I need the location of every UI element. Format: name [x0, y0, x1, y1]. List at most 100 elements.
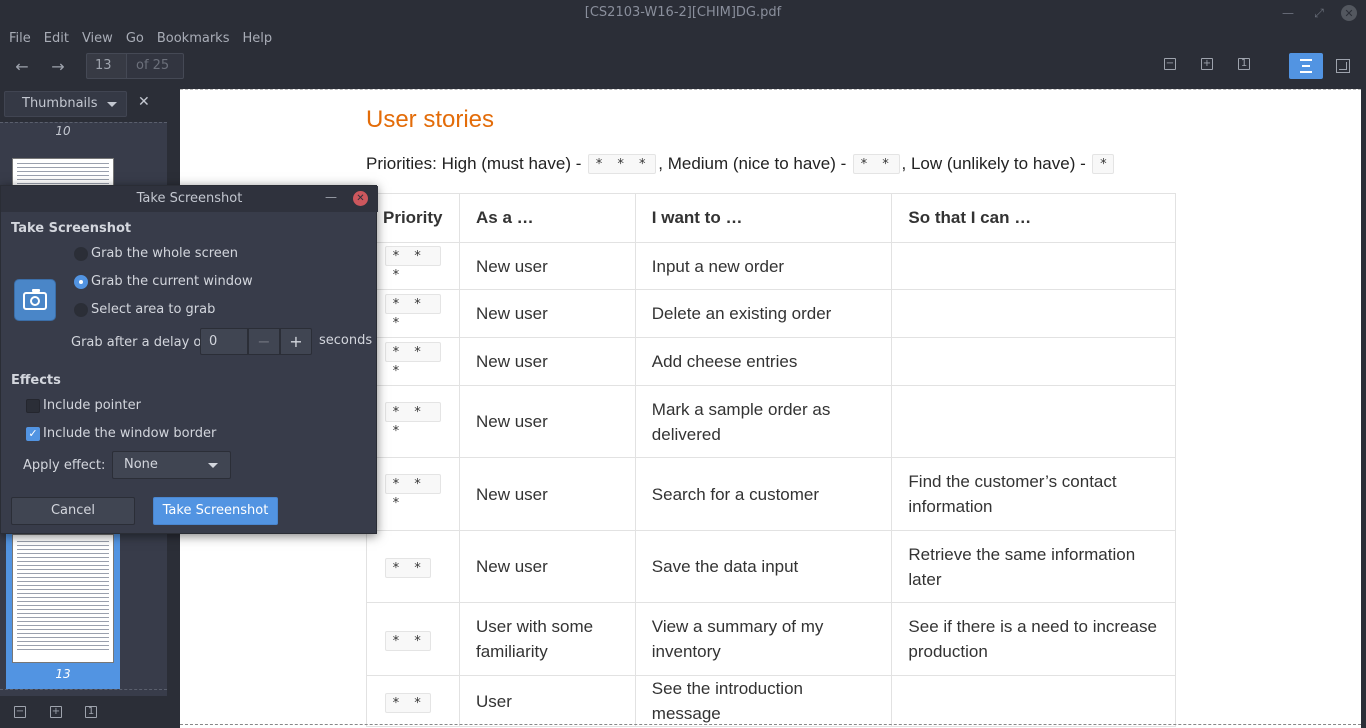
checkbox[interactable] — [26, 398, 40, 413]
cancel-button[interactable]: Cancel — [11, 497, 135, 525]
window-title: [CS2103-W16-2][CHIM]DG.pdf — [584, 5, 782, 20]
priority-medium-code: * * — [853, 154, 900, 174]
sidebar-footer: − + 1 — [0, 696, 167, 728]
table-row: * * New user Save the data input Retriev… — [366, 530, 1176, 603]
thumbnail-zoom-fit-icon[interactable]: 1 — [85, 706, 97, 718]
divider — [0, 122, 167, 123]
as-a-cell: New user — [458, 337, 636, 386]
menu-file[interactable]: File — [3, 31, 37, 46]
radio-current-window[interactable]: Grab the current window — [74, 274, 253, 289]
table-header-row: Priority As a … I want to … So that I ca… — [366, 193, 1176, 243]
table-row: * * User with some familiarity View a su… — [366, 602, 1176, 676]
priority-code: * * * — [385, 474, 441, 511]
delay-unit-label: seconds — [319, 333, 373, 348]
pdf-viewer-window: [CS2103-W16-2][CHIM]DG.pdf — ⤢ ✕ File Ed… — [0, 0, 1366, 728]
thumbnail-zoom-in-icon[interactable]: + — [50, 706, 62, 718]
back-arrow-icon[interactable]: ← — [8, 53, 36, 79]
radio-button[interactable] — [74, 302, 88, 317]
priority-cell: * * * — [366, 242, 460, 290]
camera-icon — [14, 279, 56, 321]
as-a-cell: New user — [458, 385, 636, 458]
user-stories-table: Priority As a … I want to … So that I ca… — [366, 193, 1176, 727]
want-cell: View a summary of my inventory — [634, 602, 893, 676]
zoom-in-icon[interactable]: + — [1201, 58, 1213, 70]
priority-high-code: * * * — [588, 154, 657, 174]
priorities-line: Priorities: High (must have) - * * * , M… — [366, 154, 1116, 174]
priority-code: * * * — [385, 246, 441, 283]
priority-code: * * * — [385, 341, 441, 379]
dialog-close-icon[interactable]: ✕ — [353, 191, 368, 206]
priority-cell: * * — [366, 602, 460, 676]
priority-cell: * * — [366, 675, 460, 727]
menu-edit[interactable]: Edit — [38, 31, 75, 46]
so-that-cell — [891, 385, 1176, 458]
page-number-input[interactable]: 13 — [86, 53, 126, 79]
menu-view[interactable]: View — [76, 31, 119, 46]
priority-cell: * * * — [366, 457, 460, 531]
menu-bookmarks[interactable]: Bookmarks — [151, 31, 236, 46]
radio-label: Select area to grab — [91, 302, 216, 317]
table-row: * * User See the introduction message — [366, 675, 1176, 727]
zoom-out-icon[interactable]: − — [1164, 58, 1176, 70]
radio-button[interactable] — [74, 246, 88, 261]
maximize-icon[interactable]: ⤢ — [1310, 4, 1328, 22]
as-a-cell: User with some familiarity — [458, 602, 636, 676]
dialog-title-bar: Take Screenshot — ✕ — [1, 186, 378, 212]
want-cell: Delete an existing order — [634, 289, 893, 338]
forward-arrow-icon[interactable]: → — [44, 53, 72, 79]
checkbox-checked[interactable]: ✓ — [26, 426, 40, 441]
title-bar: [CS2103-W16-2][CHIM]DG.pdf — ⤢ ✕ — [0, 0, 1366, 26]
delay-increment-icon[interactable]: + — [280, 328, 312, 355]
sidebar-mode-label: Thumbnails — [22, 96, 98, 111]
delay-decrement-icon[interactable]: − — [248, 328, 280, 355]
dual-page-icon[interactable] — [1336, 59, 1350, 73]
menu-bar: File Edit View Go Bookmarks Help — [0, 26, 1366, 50]
minimize-icon[interactable]: — — [1279, 4, 1297, 22]
apply-effect-label: Apply effect: — [23, 458, 106, 473]
menu-go[interactable]: Go — [120, 31, 150, 46]
include-pointer-checkbox[interactable]: Include pointer — [26, 398, 141, 413]
sidebar-mode-select[interactable]: Thumbnails — [4, 91, 127, 117]
radio-label: Grab the current window — [91, 274, 253, 289]
toolbar: ← → 13 of 25 − + 1 — [0, 50, 1366, 86]
page-boundary — [180, 724, 1361, 725]
radio-whole-screen[interactable]: Grab the whole screen — [74, 246, 238, 261]
include-border-checkbox[interactable]: ✓ Include the window border — [26, 426, 216, 441]
chevron-down-icon — [107, 102, 117, 107]
column-header-as-a: As a … — [458, 193, 636, 243]
table-row: * * * New user Search for a customer Fin… — [366, 457, 1176, 531]
sidebar-close-icon[interactable]: ✕ — [138, 94, 150, 110]
priorities-prefix: Priorities: High (must have) - — [366, 154, 587, 173]
want-cell: See the introduction message — [634, 675, 893, 727]
as-a-cell: New user — [458, 530, 636, 603]
radio-select-area[interactable]: Select area to grab — [74, 302, 215, 317]
thumbnail-zoom-out-icon[interactable]: − — [14, 706, 26, 718]
apply-effect-select[interactable]: None — [112, 451, 231, 479]
thumbnail-page-current[interactable] — [12, 534, 114, 663]
radio-button-selected[interactable] — [74, 274, 88, 289]
priority-code: * * — [385, 630, 432, 651]
sidebar-header: Thumbnails ✕ — [0, 86, 167, 122]
so-that-cell: See if there is a need to increase produ… — [891, 602, 1176, 676]
take-screenshot-button[interactable]: Take Screenshot — [153, 497, 278, 525]
continuous-view-icon — [1300, 59, 1312, 73]
priorities-mid-text: , Medium (nice to have) - — [658, 154, 852, 173]
priority-code: * * — [385, 692, 432, 713]
want-cell: Save the data input — [634, 530, 893, 603]
close-icon[interactable]: ✕ — [1341, 5, 1357, 21]
menu-help[interactable]: Help — [236, 31, 278, 46]
apply-effect-value: None — [124, 457, 158, 472]
radio-label: Grab the whole screen — [91, 246, 239, 261]
continuous-view-toggle[interactable] — [1289, 53, 1323, 79]
delay-input[interactable]: 0 — [200, 328, 248, 355]
priority-cell: * * * — [366, 337, 460, 386]
priority-cell: * * * — [366, 385, 460, 458]
zoom-fit-icon[interactable]: 1 — [1238, 58, 1250, 70]
column-header-so-that: So that I can … — [891, 193, 1176, 243]
page-count-label: of 25 — [126, 53, 184, 79]
chevron-down-icon — [208, 463, 218, 468]
as-a-cell: New user — [458, 242, 636, 290]
so-that-cell — [891, 289, 1176, 338]
thumbnail-label-current: 13 — [55, 667, 71, 681]
dialog-minimize-icon[interactable]: — — [325, 190, 337, 204]
